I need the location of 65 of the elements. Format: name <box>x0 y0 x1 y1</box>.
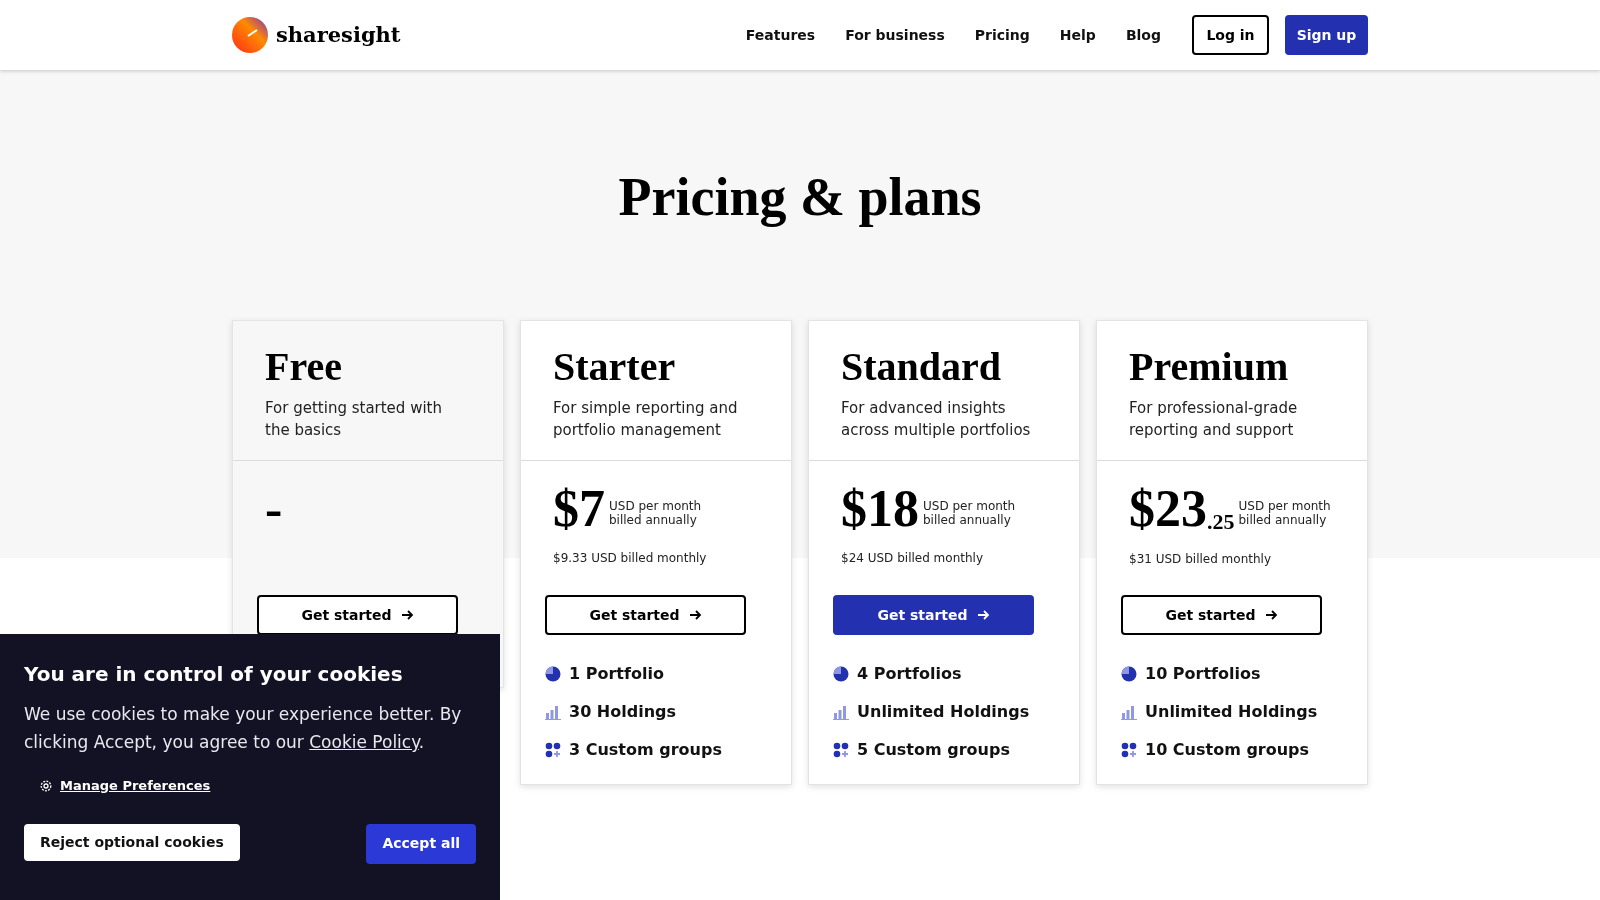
feature-text: Unlimited Holdings <box>857 701 1030 722</box>
feature-text: 4 Portfolios <box>857 663 962 684</box>
nav-link[interactable]: For business <box>845 24 945 46</box>
feature-text: 5 Custom groups <box>857 739 1010 760</box>
feature-text: 10 Custom groups <box>1145 739 1310 760</box>
feature-text: 3 Custom groups <box>569 739 722 760</box>
bar-chart-icon <box>833 703 849 720</box>
page-title: Pricing & plans <box>617 166 983 229</box>
logo-icon <box>232 17 268 53</box>
arrow-icon <box>399 608 414 622</box>
arrow-icon <box>1263 608 1278 622</box>
nav-link[interactable]: Pricing <box>974 24 1030 46</box>
dots-plus-icon <box>833 741 849 758</box>
price: - <box>265 481 283 537</box>
plan-name: Standard <box>841 343 1003 391</box>
get-started-button[interactable]: Get started <box>545 595 746 635</box>
monthly-price: $24 USD billed monthly <box>841 550 984 567</box>
price-cents: .25 <box>1207 508 1235 536</box>
cookie-policy-link[interactable]: Cookie Policy <box>309 732 419 752</box>
monthly-price: $9.33 USD billed monthly <box>553 550 708 567</box>
get-started-button[interactable]: Get started <box>833 595 1034 635</box>
get-started-button[interactable]: Get started <box>257 595 458 635</box>
price-period: USD per month <box>1238 499 1331 513</box>
plan-name: Free <box>265 343 343 391</box>
dots-plus-icon <box>545 741 561 758</box>
cookie-text: We use cookies to make your experience better. By clicking Accept, you agree to our Cookie Policy. <box>24 703 463 754</box>
price-period: billed annually <box>923 513 1012 527</box>
arrow-icon <box>687 608 702 622</box>
feature-text: 30 Holdings <box>569 701 676 722</box>
nav-link[interactable]: Features <box>745 24 816 46</box>
login-button[interactable]: Log in <box>1192 15 1269 55</box>
brand-name[interactable]: sharesight <box>276 19 401 51</box>
arrow-icon <box>975 608 990 622</box>
bar-chart-icon <box>545 703 561 720</box>
accept-all-button[interactable]: Accept all <box>366 823 476 864</box>
manage-preferences-link[interactable]: Manage Preferences <box>60 776 211 796</box>
pie-chart-icon <box>1121 665 1137 682</box>
plan-name: Starter <box>553 343 677 391</box>
plan-description: For getting started with the basics <box>265 398 443 441</box>
feature-text: 1 Portfolio <box>569 663 664 684</box>
price-period: billed annually <box>1238 513 1328 527</box>
signup-button[interactable]: Sign up <box>1285 15 1368 55</box>
feature-text: Unlimited Holdings <box>1145 701 1318 722</box>
price: $23 <box>1129 481 1207 537</box>
monthly-price: $31 USD billed monthly <box>1129 551 1272 568</box>
price-period: USD per month <box>923 499 1016 513</box>
plan-description: For advanced insights across multiple portfolios <box>841 398 1032 441</box>
price-period: USD per month <box>609 499 702 513</box>
gear-icon <box>40 779 52 792</box>
price: $18 <box>841 481 919 537</box>
nav-link[interactable]: Help <box>1059 24 1096 46</box>
dots-plus-icon <box>1121 741 1137 758</box>
pie-chart-icon <box>833 665 849 682</box>
feature-text: 10 Portfolios <box>1145 663 1261 684</box>
plan-description: For simple reporting and portfolio management <box>553 398 739 441</box>
reject-cookies-button[interactable]: Reject optional cookies <box>24 823 240 861</box>
plan-description: For professional-grade reporting and support <box>1129 398 1299 441</box>
price: $7 <box>553 481 605 537</box>
nav-link[interactable]: Blog <box>1125 24 1161 46</box>
price-period: billed annually <box>609 513 698 527</box>
bar-chart-icon <box>1121 703 1137 720</box>
get-started-button[interactable]: Get started <box>1121 595 1322 635</box>
cookie-title: You are in control of your cookies <box>24 661 404 688</box>
plan-name: Premium <box>1129 343 1290 391</box>
pie-chart-icon <box>545 665 561 682</box>
